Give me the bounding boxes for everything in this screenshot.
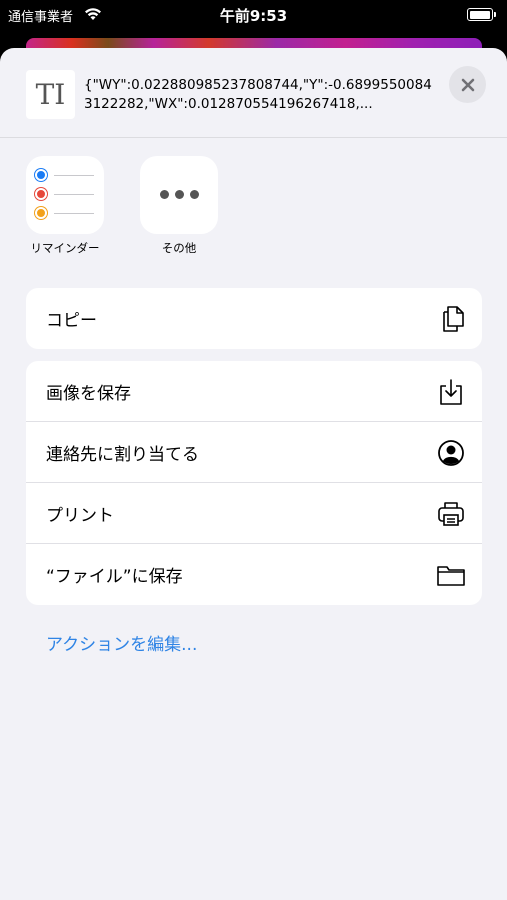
- app-label-reminders: リマインダー: [30, 241, 100, 255]
- preview-text: {"WY":0.022880985237808744,"Y":-0.689955…: [84, 77, 432, 112]
- action-label: 画像を保存: [46, 383, 131, 404]
- action-label: コピー: [46, 311, 97, 331]
- printer-icon: [438, 502, 464, 526]
- share-header: TI {"WY":0.022880985237808744,"Y":-0.689…: [0, 48, 507, 138]
- share-sheet: TI {"WY":0.022880985237808744,"Y":-0.689…: [0, 48, 507, 900]
- action-save-to-files[interactable]: “ファイル”に保存: [26, 544, 482, 605]
- reminders-icon: [26, 156, 104, 234]
- reminder-orange-dot: [35, 207, 47, 219]
- reminder-line: [54, 175, 94, 176]
- action-label: 連絡先に割り当てる: [46, 444, 199, 465]
- save-image-icon: [440, 379, 462, 405]
- copy-icon: [443, 306, 464, 332]
- reminder-red-dot: [35, 188, 47, 200]
- app-more[interactable]: その他: [134, 156, 224, 256]
- battery-icon: [467, 8, 496, 21]
- action-label: プリント: [46, 505, 114, 526]
- folder-icon: [437, 566, 465, 586]
- status-bar: 通信事業者 午前9:53: [0, 0, 507, 30]
- action-print[interactable]: プリント: [26, 483, 482, 544]
- edit-actions-link[interactable]: アクションを編集...: [46, 630, 197, 655]
- reminder-line: [54, 213, 94, 214]
- action-save-image[interactable]: 画像を保存: [26, 361, 482, 422]
- more-icon: [140, 156, 218, 234]
- reminder-blue-dot: [35, 169, 47, 181]
- battery-level: [469, 10, 490, 19]
- app-label-more: その他: [161, 241, 197, 255]
- action-group-copy: コピー: [26, 288, 482, 349]
- reminder-line: [54, 194, 94, 195]
- action-copy[interactable]: コピー: [26, 288, 482, 349]
- action-label: “ファイル”に保存: [46, 567, 183, 587]
- app-reminders[interactable]: リマインダー: [20, 156, 110, 256]
- action-assign-contact[interactable]: 連絡先に割り当てる: [26, 422, 482, 483]
- text-icon: TI: [35, 78, 66, 111]
- app-row: リマインダー その他: [0, 156, 507, 266]
- close-button[interactable]: [449, 66, 486, 103]
- text-preview-thumbnail: TI: [26, 70, 75, 119]
- contact-icon: [438, 440, 464, 466]
- status-time: 午前9:53: [219, 7, 288, 25]
- action-group-main: 画像を保存 連絡先に割り当てる プリント “ファイル”に保存: [26, 361, 482, 605]
- close-icon: [461, 78, 474, 91]
